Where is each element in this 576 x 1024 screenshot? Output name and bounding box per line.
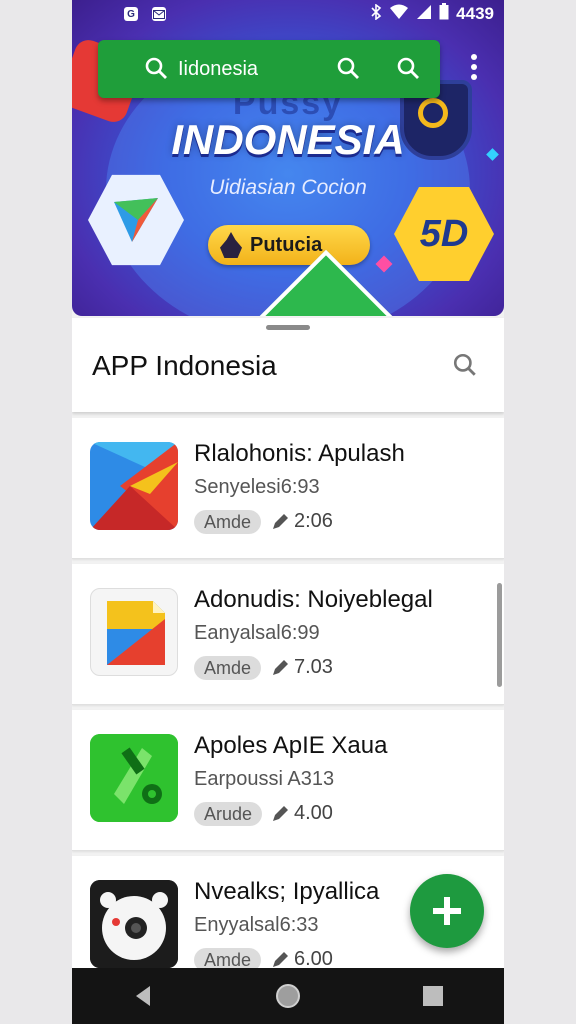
app-subtitle: Eanyalsal6:99 <box>194 622 320 644</box>
list-item[interactable]: Rlalohonis: Apulash Senyelesi6:93 Amde 2… <box>72 418 504 559</box>
app-rating: 7.03 <box>270 656 333 679</box>
status-bar: G 4439 <box>72 0 504 28</box>
search-icon <box>145 57 167 79</box>
app-title: Nvealks; Ipyallica <box>194 878 380 905</box>
colorful-arrow-icon <box>90 442 178 530</box>
signal-icon <box>416 4 432 25</box>
section-header: APP Indonesia <box>72 318 504 412</box>
google-icon: G <box>124 7 138 21</box>
drag-handle[interactable] <box>266 325 310 330</box>
bluetooth-icon <box>370 2 382 25</box>
home-icon[interactable] <box>274 982 302 1010</box>
app-title: Adonudis: Noiyeblegal <box>194 586 433 613</box>
recents-icon[interactable] <box>422 985 444 1007</box>
tools-icon <box>90 734 178 822</box>
app-rating: 2:06 <box>270 510 333 533</box>
app-subtitle: Enyyalsal6:33 <box>194 914 319 936</box>
phone-screen: Pussy INDONESIA Uidiasian Cocion 5D Putu… <box>72 0 504 1024</box>
mail-icon <box>152 7 166 21</box>
app-title: Apoles ApIE Xaua <box>194 732 388 759</box>
banner-title: INDONESIA <box>171 116 405 163</box>
search-icon[interactable] <box>452 352 478 378</box>
banner-cta-button[interactable]: Putucia <box>208 225 370 265</box>
scrollbar[interactable] <box>497 583 502 687</box>
app-subtitle: Earpoussi A313 <box>194 768 335 790</box>
app-rating: 4.00 <box>270 802 333 825</box>
pencil-icon <box>273 951 288 967</box>
app-badge: Amde <box>194 510 262 534</box>
section-title: APP Indonesia <box>92 350 277 381</box>
navigation-bar <box>72 968 504 1024</box>
battery-icon <box>439 3 449 25</box>
add-button[interactable] <box>410 874 484 948</box>
document-icon <box>90 588 178 676</box>
camera-icon <box>90 880 178 968</box>
app-badge: Amde <box>194 656 262 680</box>
app-subtitle: Senyelesi6:93 <box>194 476 320 498</box>
pencil-icon <box>273 659 288 675</box>
pencil-icon <box>273 513 288 529</box>
app-badge: Arude <box>194 802 263 826</box>
figure-icon <box>220 232 242 258</box>
search-icon[interactable] <box>336 56 360 80</box>
search-button-icon[interactable] <box>396 56 420 80</box>
list-item[interactable]: Adonudis: Noiyeblegal Eanyalsal6:99 Amde… <box>72 564 504 705</box>
back-icon[interactable] <box>132 984 154 1008</box>
wifi-icon <box>389 4 409 25</box>
app-title: Rlalohonis: Apulash <box>194 440 405 467</box>
more-vert-icon[interactable] <box>464 52 484 82</box>
list-item[interactable]: Apoles ApIE Xaua Earpoussi A313 Arude 4.… <box>72 710 504 851</box>
search-bar[interactable]: Iidonesia <box>98 40 440 98</box>
pencil-icon <box>273 805 288 821</box>
plus-icon <box>433 897 461 925</box>
banner-cta-label: Putucia <box>250 233 323 256</box>
search-input[interactable]: Iidonesia <box>178 58 258 81</box>
clock-time: 4439 <box>456 4 494 23</box>
